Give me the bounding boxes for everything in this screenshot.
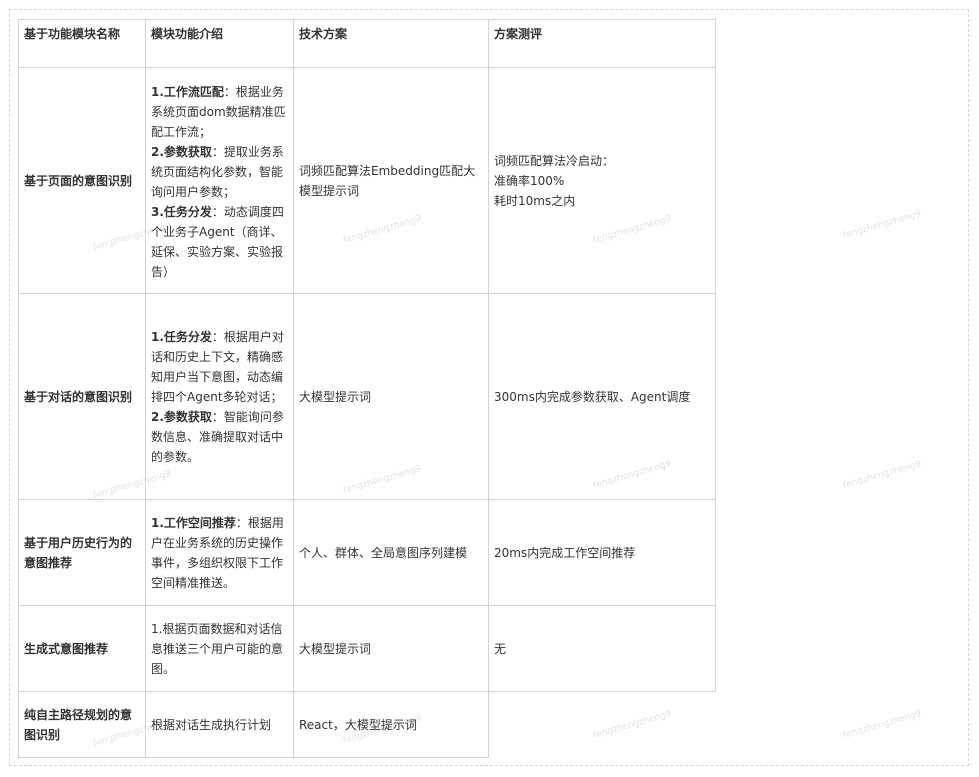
module-intro: 1.根据页面数据和对话信息推送三个用户可能的意图。 bbox=[145, 605, 294, 692]
table-row: 纯自主路径规划的意图识别 根据对话生成执行计划 React，大模型提示词 bbox=[18, 691, 716, 758]
header-tech-plan: 技术方案 bbox=[293, 19, 489, 68]
table-row: 基于用户历史行为的意图推荐 1.工作空间推荐：根据用户在业务系统的历史操作事件，… bbox=[18, 499, 716, 606]
module-name: 基于用户历史行为的意图推荐 bbox=[18, 499, 146, 606]
module-name: 基于对话的意图识别 bbox=[18, 293, 146, 500]
intro-item: 1.根据页面数据和对话信息推送三个用户可能的意图。 bbox=[151, 621, 284, 676]
module-intro: 1.工作流匹配：根据业务系统页面dom数据精准匹配工作流； 2.参数获取：提取业… bbox=[145, 67, 294, 294]
module-intro: 根据对话生成执行计划 bbox=[145, 691, 294, 758]
tech-plan: 个人、群体、全局意图序列建模 bbox=[293, 499, 489, 606]
header-plan-eval: 方案测评 bbox=[488, 19, 716, 68]
intro-item: 1.工作空间推荐：根据用户在业务系统的历史操作事件，多组织权限下工作空间精准推送… bbox=[151, 515, 284, 590]
plan-eval: 无 bbox=[488, 605, 716, 692]
intro-item: 1.工作流匹配：根据业务系统页面dom数据精准匹配工作流； bbox=[151, 84, 286, 139]
intro-item: 1.任务分发：根据用户对话和历史上下文，精确感知用户当下意图，动态编排四个Age… bbox=[151, 329, 284, 404]
tech-plan: 大模型提示词 bbox=[293, 293, 489, 500]
module-name: 纯自主路径规划的意图识别 bbox=[18, 691, 146, 758]
module-name: 生成式意图推荐 bbox=[18, 605, 146, 692]
plan-eval: 300ms内完成参数获取、Agent调度 bbox=[488, 293, 716, 500]
table-row: 生成式意图推荐 1.根据页面数据和对话信息推送三个用户可能的意图。 大模型提示词… bbox=[18, 605, 716, 692]
plan-eval-empty bbox=[489, 692, 716, 758]
module-intro: 1.工作空间推荐：根据用户在业务系统的历史操作事件，多组织权限下工作空间精准推送… bbox=[145, 499, 294, 606]
intro-item: 3.任务分发：动态调度四个业务子Agent（商详、延保、实验方案、实验报告） bbox=[151, 204, 284, 279]
header-module-intro: 模块功能介绍 bbox=[145, 19, 294, 68]
table-row: 基于对话的意图识别 1.任务分发：根据用户对话和历史上下文，精确感知用户当下意图… bbox=[18, 293, 716, 500]
tech-plan: React，大模型提示词 bbox=[293, 691, 489, 758]
module-name: 基于页面的意图识别 bbox=[18, 67, 146, 294]
tech-plan: 词频匹配算法Embedding匹配大模型提示词 bbox=[293, 67, 489, 294]
module-intro: 1.任务分发：根据用户对话和历史上下文，精确感知用户当下意图，动态编排四个Age… bbox=[145, 293, 294, 500]
module-table: 基于功能模块名称 模块功能介绍 技术方案 方案测评 基于页面的意图识别 1.工作… bbox=[18, 19, 716, 758]
plan-eval: 20ms内完成工作空间推荐 bbox=[488, 499, 716, 606]
table-row: 基于页面的意图识别 1.工作流匹配：根据业务系统页面dom数据精准匹配工作流； … bbox=[18, 67, 716, 294]
table-header-row: 基于功能模块名称 模块功能介绍 技术方案 方案测评 bbox=[18, 19, 716, 68]
plan-eval: 词频匹配算法冷启动： 准确率100% 耗时10ms之内 bbox=[488, 67, 716, 294]
tech-plan: 大模型提示词 bbox=[293, 605, 489, 692]
intro-item: 2.参数获取：提取业务系统页面结构化参数，智能询问用户参数； bbox=[151, 144, 284, 199]
intro-item: 2.参数获取：智能询问参数信息、准确提取对话中的参数。 bbox=[151, 409, 284, 464]
header-module-name: 基于功能模块名称 bbox=[18, 19, 146, 68]
